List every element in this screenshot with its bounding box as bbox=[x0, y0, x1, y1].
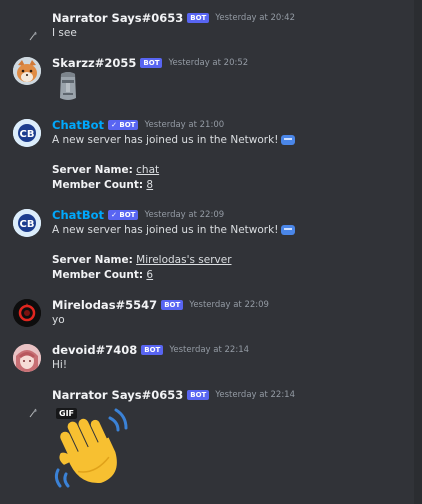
bot-badge: BOT bbox=[140, 58, 163, 68]
message-text: A new server has joined us in the Networ… bbox=[52, 223, 296, 238]
message-text: I see bbox=[52, 27, 77, 39]
chatbot-avatar-icon: CB bbox=[13, 119, 41, 147]
message-text-content: A new server has joined us in the Networ… bbox=[52, 134, 279, 146]
chat-bubble-icon bbox=[281, 135, 296, 145]
quill-icon bbox=[29, 408, 37, 418]
server-name-line: Server Name: Mirelodas's server bbox=[52, 253, 232, 268]
message-text: yo bbox=[52, 314, 65, 326]
moai-icon bbox=[60, 72, 76, 100]
message-text: Hi! bbox=[52, 359, 68, 371]
member-count-link[interactable]: 6 bbox=[146, 269, 153, 281]
username[interactable]: Skarzz#2055 bbox=[52, 56, 136, 70]
bot-badge: BOT bbox=[141, 345, 164, 355]
bot-badge: BOT bbox=[187, 13, 210, 23]
server-name-label: Server Name: bbox=[52, 254, 133, 266]
member-count-label: Member Count: bbox=[52, 269, 144, 281]
avatar[interactable] bbox=[13, 299, 41, 327]
scrollbar[interactable] bbox=[414, 0, 422, 504]
avatar[interactable] bbox=[13, 57, 41, 85]
message: Narrator Says#0653 BOT Yesterday at 20:4… bbox=[0, 10, 414, 44]
avatar[interactable] bbox=[13, 344, 41, 372]
username[interactable]: Narrator Says#0653 bbox=[52, 11, 183, 25]
timestamp: Yesterday at 22:14 bbox=[169, 345, 250, 355]
message: Mirelodas#5547 BOT Yesterday at 22:09 yo bbox=[0, 297, 414, 331]
timestamp: Yesterday at 21:00 bbox=[144, 120, 225, 130]
avatar[interactable]: CB bbox=[13, 119, 41, 147]
red-ring-avatar-icon bbox=[13, 299, 41, 327]
username[interactable]: ChatBot bbox=[52, 208, 104, 222]
quill-icon bbox=[29, 31, 37, 41]
chatbot-avatar-icon: CB bbox=[13, 209, 41, 237]
timestamp: Yesterday at 20:42 bbox=[215, 13, 296, 23]
fox-avatar-icon bbox=[13, 57, 41, 85]
server-name-link[interactable]: Mirelodas's server bbox=[136, 254, 231, 266]
message: devoid#7408 BOT Yesterday at 22:14 Hi! bbox=[0, 342, 414, 376]
message-text: A new server has joined us in the Networ… bbox=[52, 133, 296, 148]
verified-bot-badge: ✓ BOT bbox=[108, 120, 139, 130]
anime-avatar-icon bbox=[13, 344, 41, 372]
username[interactable]: ChatBot bbox=[52, 118, 104, 132]
gif-embed[interactable]: GIF bbox=[52, 404, 132, 492]
avatar[interactable] bbox=[28, 403, 38, 418]
username[interactable]: Mirelodas#5547 bbox=[52, 298, 157, 312]
message: Skarzz#2055 BOT Yesterday at 20:52 bbox=[0, 55, 414, 105]
moai-emoji bbox=[56, 71, 80, 103]
timestamp: Yesterday at 20:52 bbox=[168, 58, 249, 68]
timestamp: Yesterday at 22:09 bbox=[144, 210, 225, 220]
gif-label: GIF bbox=[56, 408, 78, 419]
member-count-line: Member Count: 8 bbox=[52, 178, 153, 193]
member-count-link[interactable]: 8 bbox=[146, 179, 153, 191]
timestamp: Yesterday at 22:09 bbox=[189, 300, 269, 310]
server-name-line: Server Name: chat bbox=[52, 163, 159, 178]
message: CB ChatBot ✓ BOT Yesterday at 21:00 A ne… bbox=[0, 117, 414, 197]
svg-text:CB: CB bbox=[20, 129, 35, 140]
avatar[interactable]: CB bbox=[13, 209, 41, 237]
server-name-label: Server Name: bbox=[52, 164, 133, 176]
username[interactable]: devoid#7408 bbox=[52, 343, 137, 357]
verified-bot-badge: ✓ BOT bbox=[108, 210, 139, 220]
avatar[interactable] bbox=[28, 26, 38, 41]
bot-badge: BOT bbox=[161, 300, 184, 310]
message-text-content: A new server has joined us in the Networ… bbox=[52, 224, 279, 236]
bot-badge: BOT bbox=[187, 390, 210, 400]
message: Narrator Says#0653 BOT Yesterday at 22:1… bbox=[0, 387, 414, 497]
message: CB ChatBot ✓ BOT Yesterday at 22:09 A ne… bbox=[0, 207, 414, 287]
username[interactable]: Narrator Says#0653 bbox=[52, 388, 183, 402]
svg-text:CB: CB bbox=[20, 219, 35, 230]
chat-bubble-icon bbox=[281, 225, 296, 235]
member-count-label: Member Count: bbox=[52, 179, 144, 191]
timestamp: Yesterday at 22:14 bbox=[215, 390, 296, 400]
server-name-link[interactable]: chat bbox=[136, 164, 159, 176]
member-count-line: Member Count: 6 bbox=[52, 268, 153, 283]
